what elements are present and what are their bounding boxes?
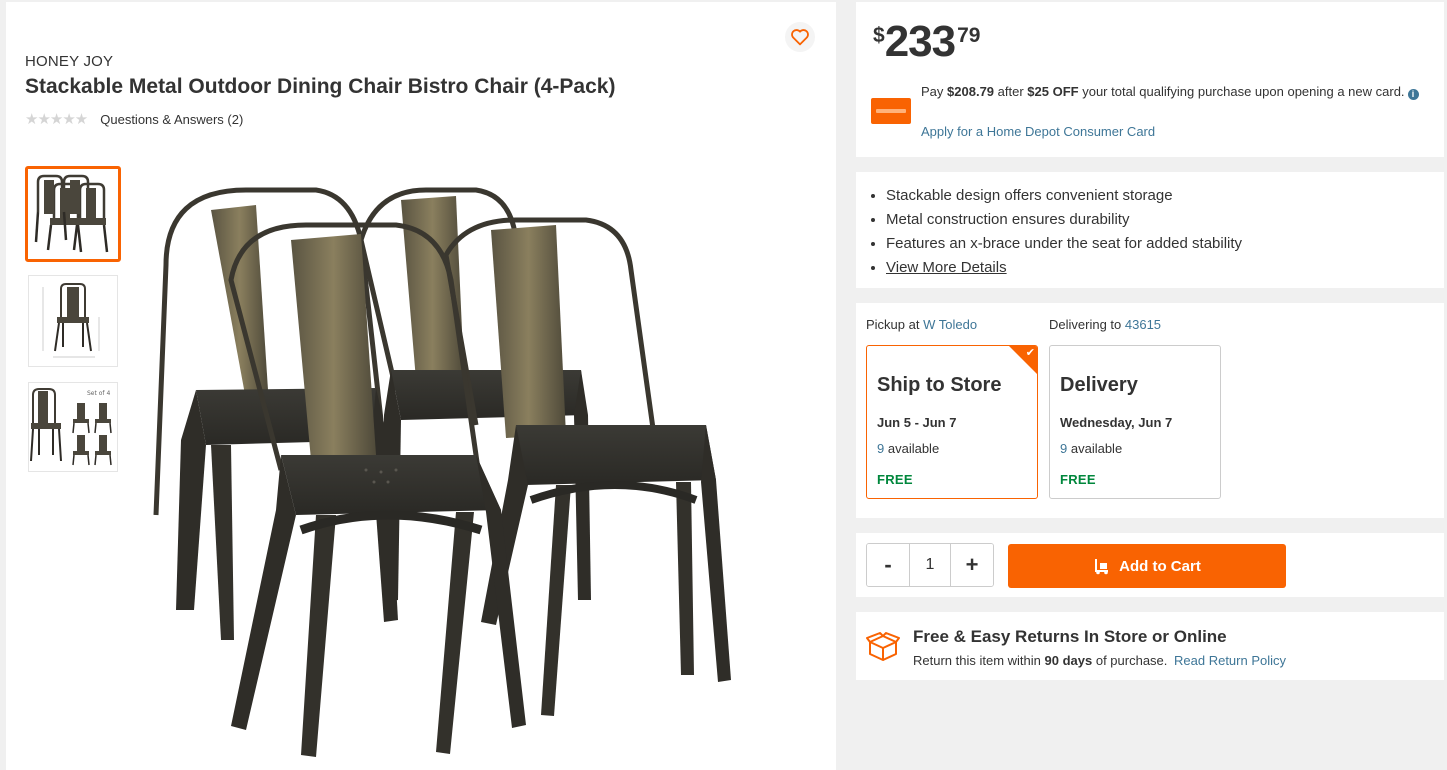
price-cents: 79 <box>957 24 981 47</box>
option-availability: 9 available <box>877 441 939 456</box>
option-avail-text: available <box>1070 441 1123 456</box>
option-availability: 9 available <box>1060 441 1122 456</box>
quantity-stepper: - 1 + <box>866 543 994 587</box>
heart-icon <box>791 29 809 46</box>
returns-title: Free & Easy Returns In Store or Online <box>913 627 1227 646</box>
promo-amount: $208.79 <box>947 84 995 99</box>
ship-to-store-option[interactable]: ✔ Ship to Store Jun 5 - Jun 7 9 availabl… <box>866 345 1038 499</box>
add-to-cart-card: - 1 + Add to Cart <box>856 533 1444 597</box>
price-dollars: 233 <box>884 17 956 66</box>
thumbnail-image-dimensions <box>42 283 100 358</box>
favorite-button[interactable] <box>785 22 815 52</box>
view-more-item: View More Details <box>886 256 1242 280</box>
option-date: Jun 5 - Jun 7 <box>877 415 957 430</box>
checkmark-icon: ✔ <box>1025 347 1035 359</box>
price: $ 233 79 <box>873 20 980 64</box>
pickup-label-text: Pickup at <box>866 317 920 332</box>
questions-answers-link[interactable]: Questions & Answers (2) <box>100 112 243 127</box>
decrease-quantity-button[interactable]: - <box>867 544 909 586</box>
pickup-label: Pickup at W Toledo <box>866 317 977 332</box>
option-count: 9 <box>1060 441 1068 456</box>
thumbnail-2[interactable] <box>28 275 118 367</box>
returns-suffix: of purchase. <box>1095 653 1168 668</box>
fulfillment-card: Pickup at W Toledo Delivering to 43615 ✔… <box>856 303 1444 518</box>
promo-off: $25 OFF <box>1027 84 1079 99</box>
credit-card-icon <box>871 98 911 124</box>
rating-row: ★★★★★ Questions & Answers (2) <box>25 110 243 128</box>
promo-pay: Pay <box>921 84 944 99</box>
promo-suffix: your total qualifying purchase upon open… <box>1082 84 1405 99</box>
main-product-image[interactable] <box>136 170 756 765</box>
option-avail-text: available <box>887 441 940 456</box>
highlights-list: Stackable design offers convenient stora… <box>886 184 1242 280</box>
product-media-panel: HONEY JOY Stackable Metal Outdoor Dining… <box>6 2 836 770</box>
pickup-store-link[interactable]: W Toledo <box>923 317 977 332</box>
returns-description: Return this item within 90 days of purch… <box>913 653 1286 668</box>
option-title: Delivery <box>1060 374 1138 396</box>
returns-prefix: Return this item within <box>913 653 1041 668</box>
option-date: Wednesday, Jun 7 <box>1060 415 1173 430</box>
return-box-icon <box>866 632 900 661</box>
thumbnail-1[interactable] <box>25 166 121 262</box>
thumbnail-image-set: Set of 4 <box>30 388 112 466</box>
delivery-label-text: Delivering to <box>1049 317 1122 332</box>
delivery-label: Delivering to 43615 <box>1049 317 1161 332</box>
return-policy-link[interactable]: Read Return Policy <box>1174 653 1286 668</box>
product-title: Stackable Metal Outdoor Dining Chair Bis… <box>25 75 616 98</box>
returns-card: Free & Easy Returns In Store or Online R… <box>856 612 1444 680</box>
add-to-cart-label: Add to Cart <box>1119 557 1201 575</box>
delivery-zip-link[interactable]: 43615 <box>1125 317 1161 332</box>
thumb-set-label: Set of 4 <box>87 390 110 397</box>
thumbnail-3[interactable]: Set of 4 <box>28 382 118 472</box>
view-more-details-link[interactable]: View More Details <box>886 259 1007 276</box>
highlight-item: Features an x-brace under the seat for a… <box>886 232 1242 256</box>
option-price: FREE <box>877 472 913 487</box>
promo-after: after <box>997 84 1024 99</box>
highlight-item: Metal construction ensures durability <box>886 208 1242 232</box>
delivery-option[interactable]: Delivery Wednesday, Jun 7 9 available FR… <box>1049 345 1221 499</box>
thumbnail-image-chairs <box>34 174 109 253</box>
cart-dolly-icon <box>1095 559 1109 575</box>
highlights-card: Stackable design offers convenient stora… <box>856 172 1444 288</box>
returns-days: 90 days <box>1044 653 1093 668</box>
card-promo-text: Pay $208.79 after $25 OFF your total qua… <box>921 81 1421 102</box>
price-currency: $ <box>873 24 885 47</box>
rating-stars[interactable]: ★★★★★ <box>25 110 88 128</box>
add-to-cart-button[interactable]: Add to Cart <box>1008 544 1286 588</box>
option-price: FREE <box>1060 472 1096 487</box>
option-count: 9 <box>877 441 885 456</box>
brand-name[interactable]: HONEY JOY <box>25 53 113 70</box>
quantity-input[interactable]: 1 <box>909 544 951 586</box>
info-icon[interactable]: i <box>1407 89 1419 100</box>
option-title: Ship to Store <box>877 374 1002 396</box>
price-card: $ 233 79 Pay $208.79 after $25 OFF your … <box>856 2 1444 157</box>
apply-card-link[interactable]: Apply for a Home Depot Consumer Card <box>921 124 1155 139</box>
increase-quantity-button[interactable]: + <box>951 544 993 586</box>
highlight-item: Stackable design offers convenient stora… <box>886 184 1242 208</box>
